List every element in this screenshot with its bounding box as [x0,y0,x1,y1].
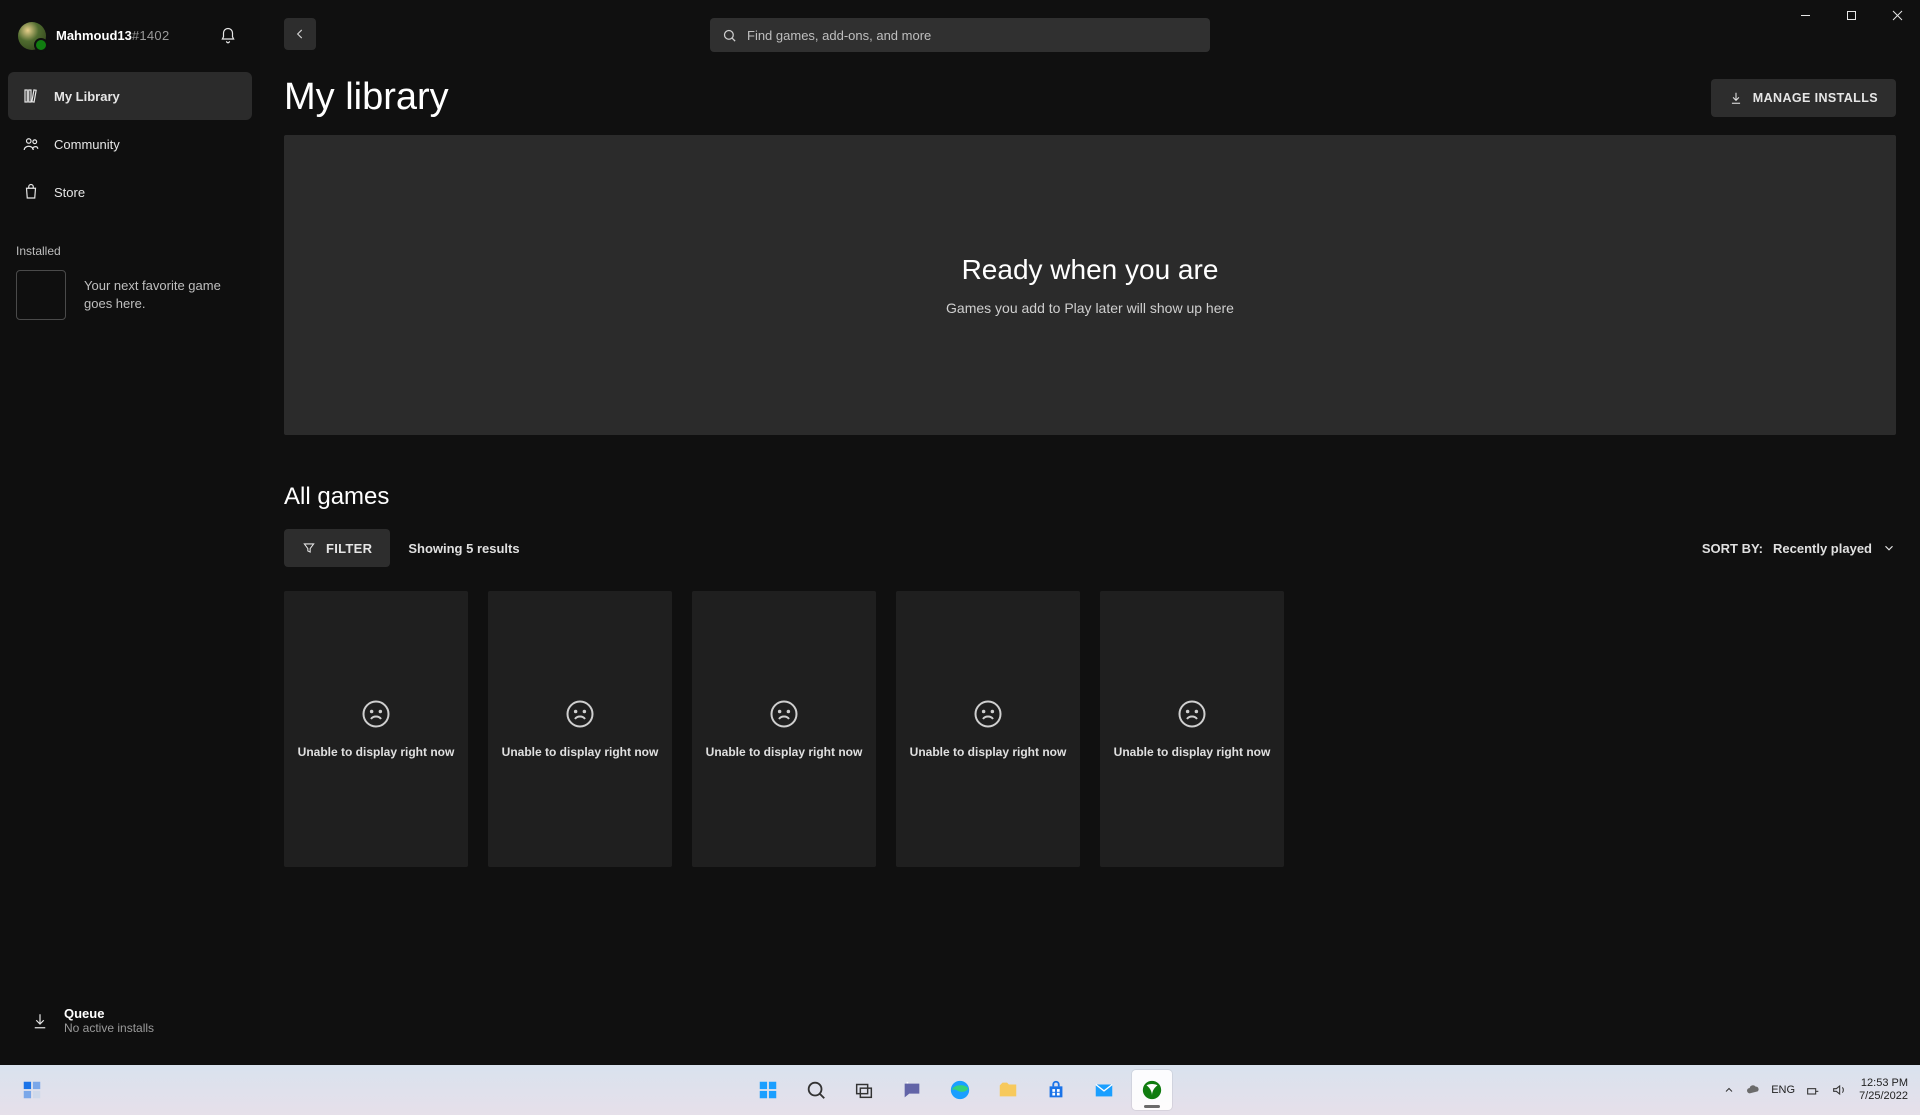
gamertag-wrap: Mahmoud13#1402 [56,27,170,45]
sidebar: Mahmoud13#1402 My Library Comm [0,0,260,1065]
installed-placeholder[interactable]: Your next favorite game goes here. [0,270,260,320]
game-card[interactable]: Unable to display right now [1100,591,1284,867]
search-icon [722,28,737,43]
library-icon [22,87,40,105]
network-icon [1805,1082,1821,1098]
body: Mahmoud13#1402 My Library Comm [0,0,1920,1065]
sidebar-item-my-library[interactable]: My Library [8,72,252,120]
volume-icon [1831,1082,1847,1098]
card-message: Unable to display right now [498,745,663,759]
sidebar-item-label: Community [54,137,120,152]
window-controls [1782,0,1920,38]
date: 7/25/2022 [1859,1090,1908,1103]
filter-icon [302,541,316,555]
filter-button[interactable]: FILTER [284,529,390,567]
edge-button[interactable] [940,1070,980,1110]
all-games-title: All games [260,435,1920,525]
taskbar-search-button[interactable] [796,1070,836,1110]
chat-button[interactable] [892,1070,932,1110]
game-card[interactable]: Unable to display right now [896,591,1080,867]
installed-section-label: Installed [0,218,260,270]
clock[interactable]: 12:53 PM 7/25/2022 [1859,1077,1908,1103]
manage-installs-label: MANAGE INSTALLS [1753,91,1878,105]
store-icon [22,183,40,201]
sort-prefix: SORT BY: [1702,541,1763,556]
search-box[interactable] [710,18,1210,52]
maximize-button[interactable] [1828,0,1874,30]
hero-subtitle: Games you add to Play later will show up… [946,300,1234,316]
sad-face-icon [1177,699,1207,729]
app-window: Mahmoud13#1402 My Library Comm [0,0,1920,1065]
taskbar-left [0,1070,52,1110]
back-button[interactable] [284,18,316,50]
sidebar-item-store[interactable]: Store [8,168,252,216]
queue-row[interactable]: Queue No active installs [0,988,260,1065]
game-card[interactable]: Unable to display right now [284,591,468,867]
taskbar: ENG 12:53 PM 7/25/2022 [0,1065,1920,1115]
sad-face-icon [361,699,391,729]
sad-face-icon [973,699,1003,729]
sidebar-item-community[interactable]: Community [8,120,252,168]
community-icon [22,135,40,153]
sidebar-item-label: My Library [54,89,120,104]
page-header: My library MANAGE INSTALLS [260,50,1920,135]
card-message: Unable to display right now [1110,745,1275,759]
widgets-button[interactable] [12,1070,52,1110]
gamertag: Mahmoud13 [56,28,132,43]
file-explorer-button[interactable] [988,1070,1028,1110]
gamertag-suffix: #1402 [132,28,170,43]
queue-texts: Queue No active installs [64,1006,154,1035]
language-indicator[interactable]: ENG [1771,1084,1795,1096]
task-view-button[interactable] [844,1070,884,1110]
queue-subtitle: No active installs [64,1021,154,1035]
filters-row: FILTER Showing 5 results SORT BY: Recent… [260,525,1920,585]
manage-installs-button[interactable]: MANAGE INSTALLS [1711,79,1896,117]
profile-row[interactable]: Mahmoud13#1402 [0,6,260,70]
hero-title: Ready when you are [962,254,1219,286]
chevron-left-icon [293,27,307,41]
close-button[interactable] [1874,0,1920,30]
time: 12:53 PM [1861,1077,1908,1090]
taskbar-center [748,1070,1172,1110]
microsoft-store-button[interactable] [1036,1070,1076,1110]
download-icon [30,1011,50,1031]
start-button[interactable] [748,1070,788,1110]
queue-title: Queue [64,1006,154,1021]
sort-value: Recently played [1773,541,1872,556]
avatar [18,22,46,50]
filter-label: FILTER [326,541,372,556]
mail-button[interactable] [1084,1070,1124,1110]
bell-icon [219,27,237,45]
main-content: My library MANAGE INSTALLS Ready when yo… [260,0,1920,1065]
taskbar-right: ENG 12:53 PM 7/25/2022 [1723,1077,1920,1103]
system-tray[interactable]: ENG [1723,1082,1847,1098]
card-message: Unable to display right now [906,745,1071,759]
game-cards: Unable to display right now Unable to di… [260,585,1920,873]
chevron-up-icon [1723,1084,1735,1096]
play-later-hero: Ready when you are Games you add to Play… [284,135,1896,435]
search-input[interactable] [747,28,1198,43]
minimize-button[interactable] [1782,0,1828,30]
notifications-button[interactable] [212,20,244,52]
page-title: My library [284,76,449,119]
sidebar-item-label: Store [54,185,85,200]
sad-face-icon [769,699,799,729]
game-card[interactable]: Unable to display right now [488,591,672,867]
game-card[interactable]: Unable to display right now [692,591,876,867]
download-icon [1729,91,1743,105]
card-message: Unable to display right now [294,745,459,759]
sad-face-icon [565,699,595,729]
sort-dropdown[interactable]: SORT BY: Recently played [1702,541,1896,556]
xbox-app-button[interactable] [1132,1070,1172,1110]
results-count: Showing 5 results [408,541,519,556]
installed-empty-slot [16,270,66,320]
installed-placeholder-text: Your next favorite game goes here. [84,277,224,312]
onedrive-icon [1745,1082,1761,1098]
chevron-down-icon [1882,541,1896,555]
nav: My Library Community Store [0,70,260,218]
card-message: Unable to display right now [702,745,867,759]
